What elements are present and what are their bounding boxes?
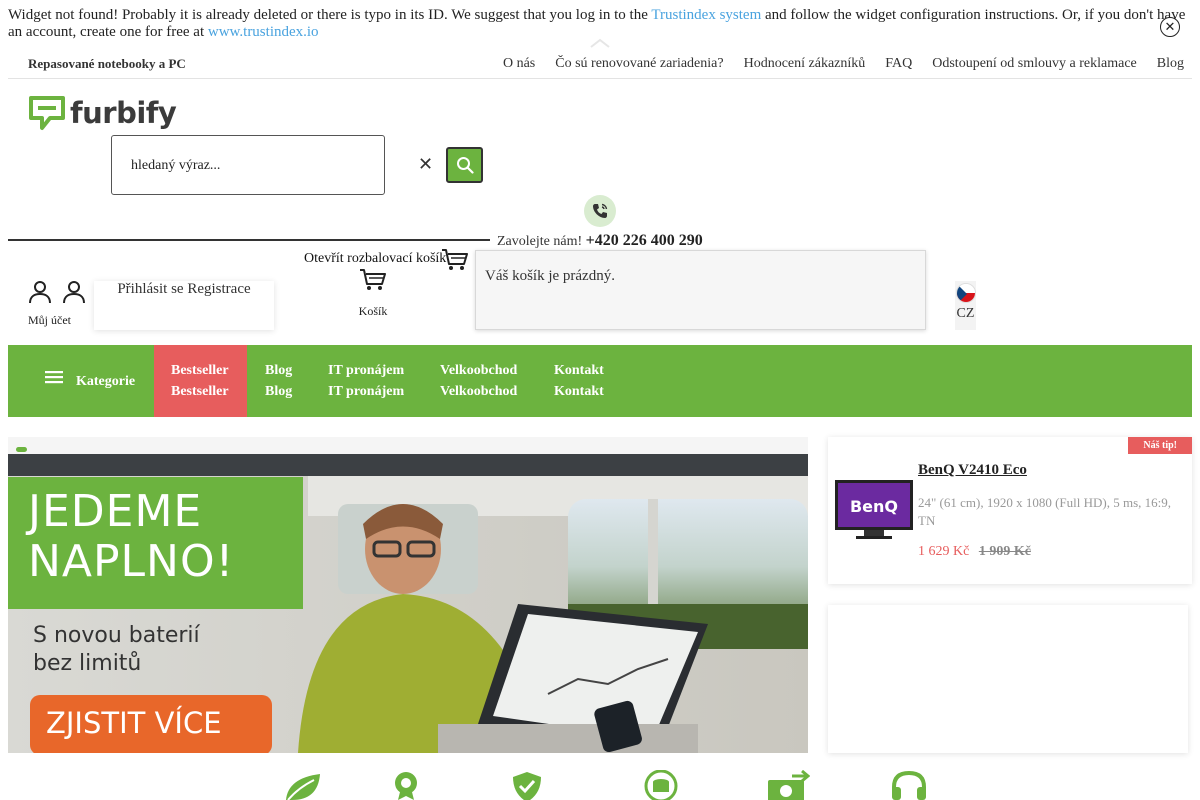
register-link[interactable]: Registrace xyxy=(187,281,250,297)
main-navigation: Kategorie Bestseller Bestseller Blog Blo… xyxy=(8,345,1192,417)
top-link-blog[interactable]: Blog xyxy=(1157,56,1184,72)
nav-label: Bestseller xyxy=(171,384,229,399)
product-price: 1 629 Kč 1 909 Kč xyxy=(918,544,1031,560)
trustindex-system-link[interactable]: Trustindex system xyxy=(651,7,761,23)
coins-icon xyxy=(644,770,678,800)
slider-dot[interactable] xyxy=(16,447,27,452)
nav-label: Velkoobchod xyxy=(440,363,518,378)
nav-label: Kontakt xyxy=(554,384,604,399)
my-account-label: Můj účet xyxy=(28,313,71,327)
empty-card xyxy=(828,605,1188,753)
search-button[interactable] xyxy=(446,147,483,183)
call-label: Zavolejte nám! xyxy=(497,234,583,249)
nav-label: Blog xyxy=(265,384,293,399)
product-tip-card[interactable]: Náš tip! BenQ BenQ V2410 Eco 24" (61 cm)… xyxy=(828,437,1192,584)
trustindex-io-link[interactable]: www.trustindex.io xyxy=(208,24,319,40)
tagline: Repasované notebooky a PC xyxy=(28,56,186,71)
nav-label: Velkoobchod xyxy=(440,384,518,399)
nav-label: Kontakt xyxy=(554,363,604,378)
top-link-o-nas[interactable]: O nás xyxy=(503,56,535,72)
nav-label: IT pronájem xyxy=(328,363,405,378)
hero-banner[interactable]: JEDEME NAPLNO! S novou baterií bez limit… xyxy=(8,437,808,753)
product-name[interactable]: BenQ V2410 Eco xyxy=(918,462,1027,479)
hero-cta-button[interactable]: ZJISTIT VÍCE xyxy=(30,695,272,753)
logo[interactable]: furbify xyxy=(28,95,177,131)
phone-icon xyxy=(584,195,616,227)
logo-icon xyxy=(29,96,65,130)
cart-icon[interactable] xyxy=(441,248,469,272)
language-switcher[interactable]: CZ xyxy=(955,281,976,330)
cart-icon xyxy=(360,269,386,290)
cart-button[interactable]: Košík xyxy=(350,268,396,319)
user-icon xyxy=(29,281,51,304)
cart-empty-text: Váš košík je prázdný. xyxy=(485,268,615,284)
headset-icon xyxy=(892,770,926,800)
language-code: CZ xyxy=(956,306,975,321)
svg-text:BenQ: BenQ xyxy=(850,497,898,516)
close-notice-icon[interactable]: ✕ xyxy=(1160,17,1180,37)
nav-bestseller[interactable]: Bestseller Bestseller xyxy=(154,345,247,417)
phone-number[interactable]: +420 226 400 290 xyxy=(586,232,703,249)
current-price: 1 629 Kč xyxy=(918,544,970,559)
my-account[interactable]: Můj účet xyxy=(28,280,88,328)
shield-check-icon xyxy=(513,772,541,800)
categories-menu[interactable]: Kategorie xyxy=(44,357,135,397)
header-divider xyxy=(8,239,490,241)
cart-label: Košík xyxy=(358,304,388,318)
award-icon xyxy=(395,772,417,800)
top-bar: Repasované notebooky a PC O nás Čo sú re… xyxy=(8,52,1192,79)
product-description: 24" (61 cm), 1920 x 1080 (Full HD), 5 ms… xyxy=(918,495,1172,528)
top-link-renovated[interactable]: Čo sú renovované zariadenia? xyxy=(555,56,723,72)
hamburger-icon xyxy=(45,371,63,384)
caret-up-icon xyxy=(590,38,610,48)
monitor-thumbnail[interactable]: BenQ xyxy=(834,479,914,541)
top-nav: O nás Čo sú renovované zariadenia? Hodno… xyxy=(503,56,1184,72)
hero-subtitle: S novou baterií bez limitů xyxy=(33,623,200,676)
old-price: 1 909 Kč xyxy=(978,544,1031,559)
logo-text: furbify xyxy=(70,96,177,130)
clear-search-icon[interactable]: ✕ xyxy=(418,154,433,175)
top-link-faq[interactable]: FAQ xyxy=(885,56,912,72)
nav-label: Bestseller xyxy=(171,363,229,378)
trustindex-notice: Widget not found! Probably it is already… xyxy=(8,7,1188,41)
leaf-icon xyxy=(286,774,320,800)
money-transfer-icon xyxy=(768,770,810,800)
top-link-returns[interactable]: Odstoupení od smlouvy a reklamace xyxy=(932,56,1137,72)
tip-badge: Náš tip! xyxy=(1128,437,1192,454)
nav-label: Blog xyxy=(265,363,293,378)
nav-label: IT pronájem xyxy=(328,384,405,399)
user-icon xyxy=(63,281,85,304)
login-dropdown: Přihlásit se Registrace xyxy=(94,281,274,330)
login-link[interactable]: Přihlásit se xyxy=(117,281,183,297)
call-us: Zavolejte nám! +420 226 400 290 xyxy=(497,232,703,250)
top-link-reviews[interactable]: Hodnocení zákazníků xyxy=(744,56,866,72)
czech-flag-icon xyxy=(955,283,976,303)
notice-text-start: Widget not found! Probably it is already… xyxy=(8,7,652,23)
hero-title: JEDEME NAPLNO! xyxy=(28,486,235,587)
open-cart-label[interactable]: Otevřít rozbalovací košík xyxy=(304,251,446,267)
categories-label: Kategorie xyxy=(76,374,136,389)
search-icon xyxy=(456,157,474,174)
cart-dropdown: Váš košík je prázdný. xyxy=(475,250,926,330)
search-input[interactable]: hledaný výraz... xyxy=(111,135,385,195)
